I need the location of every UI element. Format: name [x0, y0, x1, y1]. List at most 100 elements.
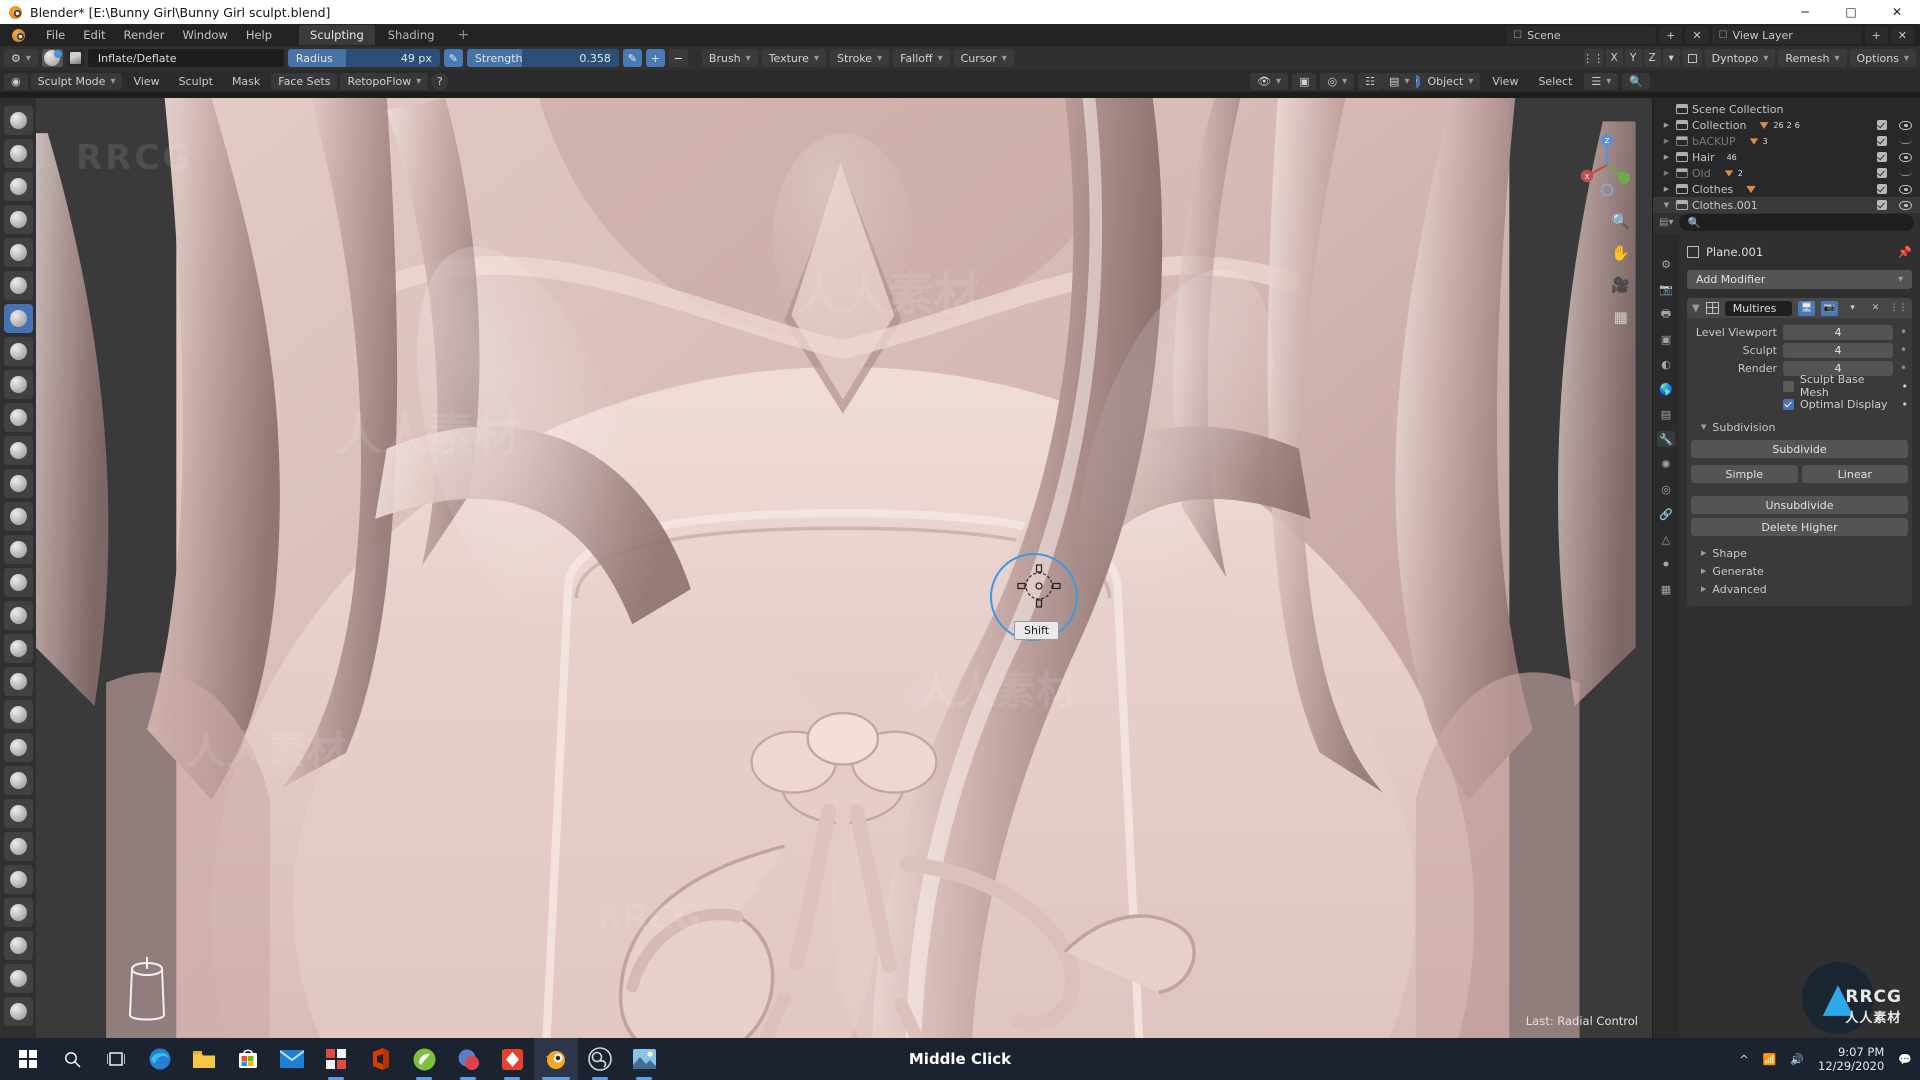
- delete-higher-button[interactable]: Delete Higher: [1691, 518, 1908, 536]
- strength-slider[interactable]: Strength 0.358: [466, 49, 619, 67]
- checkbox-enable[interactable]: [1877, 200, 1887, 210]
- outliner-row-hair[interactable]: ▶ Hair 46: [1653, 149, 1920, 165]
- sculpt-level-value[interactable]: 4: [1783, 342, 1893, 358]
- symmetry-x[interactable]: X: [1605, 49, 1623, 67]
- eye-icon[interactable]: [1899, 184, 1912, 194]
- direction-add-button[interactable]: +: [645, 49, 665, 67]
- menu-dyntopo[interactable]: Dyntopo ▾: [1704, 49, 1776, 67]
- tab-constraints[interactable]: 🔗: [1657, 506, 1675, 522]
- symmetry-dropdown[interactable]: ▾: [1662, 49, 1680, 67]
- tool-draw-face-sets[interactable]: [3, 997, 33, 1026]
- tool-pinch[interactable]: [3, 568, 33, 597]
- generate-section-header[interactable]: ▶ Generate: [1691, 562, 1908, 580]
- editor-type-3dview[interactable]: ◉: [4, 72, 28, 90]
- tool-snake-hook[interactable]: [3, 667, 33, 696]
- office-icon[interactable]: [358, 1038, 402, 1080]
- tab-physics[interactable]: ◎: [1657, 481, 1675, 497]
- direction-subtract-button[interactable]: −: [668, 49, 688, 67]
- tool-simplify[interactable]: [3, 931, 33, 960]
- sculpt-base-mesh-checkbox[interactable]: [1783, 380, 1794, 392]
- tab-texture[interactable]: ▦: [1657, 581, 1675, 597]
- view-layer-selector[interactable]: ☐ View Layer: [1711, 26, 1862, 44]
- tool-clay[interactable]: [3, 172, 33, 201]
- new-view-layer-button[interactable]: +: [1864, 26, 1888, 44]
- modifier-name-field[interactable]: Multires: [1724, 300, 1792, 316]
- editor-type-button[interactable]: ⚙ ▾: [4, 49, 38, 67]
- linear-button[interactable]: Linear: [1801, 465, 1908, 483]
- outliner-filter-icon[interactable]: ☰ ▾: [1584, 72, 1619, 90]
- menu-stroke[interactable]: Stroke ▾: [830, 49, 890, 67]
- tool-elastic-deform[interactable]: [3, 634, 33, 663]
- tab-view-layer[interactable]: ▣: [1657, 331, 1675, 347]
- notifications-icon[interactable]: 💬: [1898, 1053, 1912, 1066]
- tool-flatten[interactable]: [3, 436, 33, 465]
- tool-grab[interactable]: [3, 601, 33, 630]
- outliner-menu-select[interactable]: Select: [1530, 75, 1580, 88]
- task-view-icon[interactable]: [94, 1038, 138, 1080]
- start-button[interactable]: [6, 1038, 50, 1080]
- tool-fill[interactable]: [3, 469, 33, 498]
- mail-icon[interactable]: [270, 1038, 314, 1080]
- outliner-row-clothes-001[interactable]: ▼ Clothes.001: [1653, 197, 1920, 213]
- menu-view[interactable]: View: [125, 75, 167, 88]
- close-button[interactable]: ✕: [1874, 0, 1920, 24]
- menu-remesh[interactable]: Remesh ▾: [1778, 49, 1847, 67]
- outliner-display-mode[interactable]: Object ▾: [1420, 72, 1481, 90]
- menu-options[interactable]: Options ▾: [1849, 49, 1916, 67]
- drag-handle-icon[interactable]: ⋮⋮: [1890, 301, 1908, 316]
- viewport-gizmos[interactable]: ☷: [1358, 72, 1382, 90]
- tool-layer[interactable]: [3, 271, 33, 300]
- outliner-menu-view[interactable]: View: [1484, 75, 1526, 88]
- clock[interactable]: 9:07 PM 12/29/2020: [1818, 1045, 1884, 1073]
- advanced-section-header[interactable]: ▶ Advanced: [1691, 580, 1908, 598]
- menu-retopoflow[interactable]: RetopoFlow ▾: [340, 72, 429, 90]
- animate-dot-icon[interactable]: •: [1899, 326, 1908, 338]
- menu-cursor[interactable]: Cursor ▾: [953, 49, 1014, 67]
- substance-painter-icon[interactable]: [402, 1038, 446, 1080]
- menu-mask[interactable]: Mask: [224, 75, 268, 88]
- tab-sculpting[interactable]: Sculpting: [299, 25, 375, 45]
- zoom-icon[interactable]: 🔍: [1611, 212, 1630, 230]
- brush-preview[interactable]: [41, 49, 63, 67]
- expand-icon[interactable]: ▶: [1661, 169, 1672, 177]
- modifier-extras-dropdown[interactable]: ▾: [1844, 301, 1861, 316]
- help-icon[interactable]: ?: [431, 72, 449, 90]
- tab-scene[interactable]: ◐: [1657, 356, 1675, 372]
- subdivide-button[interactable]: Subdivide: [1691, 440, 1908, 458]
- camera-icon[interactable]: 🎥: [1611, 276, 1630, 294]
- remove-scene-button[interactable]: ✕: [1685, 26, 1709, 44]
- tool-cloth[interactable]: [3, 898, 33, 927]
- hand-pan-icon[interactable]: ✋: [1611, 244, 1630, 262]
- expand-icon[interactable]: ▶: [1701, 567, 1706, 575]
- menu-sculpt[interactable]: Sculpt: [171, 75, 221, 88]
- outliner-editor[interactable]: Scene Collection ▶ Collection 26 2 6 ▶ b…: [1652, 98, 1920, 213]
- brush-thumbnail[interactable]: [66, 49, 84, 67]
- tool-draw[interactable]: [3, 106, 33, 135]
- tool-clay-thumb[interactable]: [3, 238, 33, 267]
- expand-icon[interactable]: ▶: [1661, 153, 1672, 161]
- expand-icon[interactable]: ▶: [1701, 549, 1706, 557]
- animate-dot-icon[interactable]: •: [1902, 380, 1909, 393]
- tab-modifiers[interactable]: 🔧: [1657, 431, 1675, 447]
- outliner-row-collection[interactable]: ▶ Collection 26 2 6: [1653, 117, 1920, 133]
- eye-icon[interactable]: [1899, 120, 1912, 130]
- collapse-icon[interactable]: ▼: [1661, 201, 1672, 209]
- checkbox-enable[interactable]: [1877, 168, 1887, 178]
- zbrush-icon[interactable]: [446, 1038, 490, 1080]
- checkbox-enable[interactable]: [1877, 120, 1887, 130]
- strength-pressure-toggle[interactable]: ✎: [622, 49, 642, 67]
- visibility-dropdown[interactable]: 👁 ▾: [1250, 72, 1289, 90]
- radius-slider[interactable]: Radius 49 px: [287, 49, 440, 67]
- menu-falloff[interactable]: Falloff ▾: [893, 49, 950, 67]
- navigation-gizmo[interactable]: Z X: [1574, 132, 1640, 198]
- mode-selector[interactable]: Sculpt Mode ▾: [30, 72, 123, 90]
- blender-icon[interactable]: [10, 27, 27, 44]
- tray-volume-icon[interactable]: 🔊: [1790, 1053, 1804, 1066]
- tab-world[interactable]: 🌎: [1657, 381, 1675, 397]
- outliner-root[interactable]: Scene Collection: [1653, 101, 1920, 117]
- tool-clay-strips[interactable]: [3, 205, 33, 234]
- marmoset-icon[interactable]: [490, 1038, 534, 1080]
- tool-scrape[interactable]: [3, 502, 33, 531]
- scene-selector[interactable]: ☐ Scene: [1506, 26, 1657, 44]
- shape-section-header[interactable]: ▶ Shape: [1691, 544, 1908, 562]
